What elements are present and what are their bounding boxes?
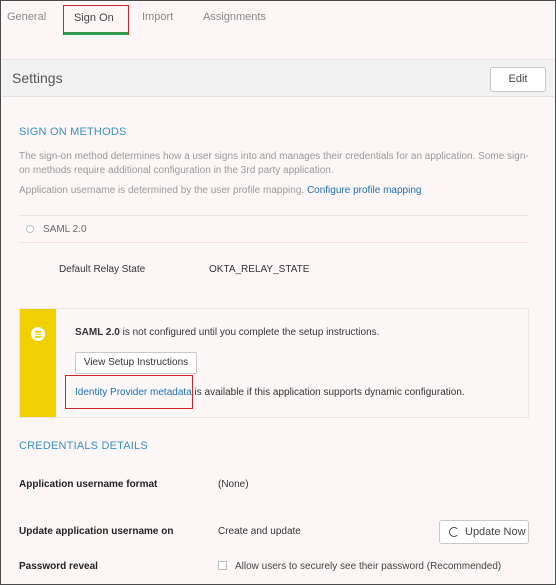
relay-state-label: Default Relay State	[59, 264, 146, 275]
setup-notice: SAML 2.0 is not configured until you com…	[19, 308, 529, 418]
edit-button[interactable]: Edit	[490, 67, 546, 92]
tab-import[interactable]: Import	[142, 11, 173, 23]
sign-on-description-line1: The sign-on method determines how a user…	[19, 151, 529, 162]
password-reveal-checkbox-label: Allow users to securely see their passwo…	[235, 561, 502, 572]
relay-state-value: OKTA_RELAY_STATE	[209, 264, 310, 275]
idp-line: Identity Provider metadata is available …	[75, 387, 465, 398]
tab-bar: General Sign On Import Assignments	[1, 1, 555, 41]
configure-profile-mapping-link[interactable]: Configure profile mapping	[307, 185, 422, 196]
tab-sign-on-label: Sign On	[74, 12, 114, 24]
identity-provider-metadata-link[interactable]: Identity Provider metadata	[75, 387, 192, 398]
tab-sign-on[interactable]: Sign On	[63, 5, 129, 35]
tab-general[interactable]: General	[7, 11, 46, 23]
view-setup-instructions-button[interactable]: View Setup Instructions	[75, 352, 197, 374]
update-username-on-value: Create and update	[218, 526, 301, 537]
username-format-label: Application username format	[19, 479, 158, 490]
update-username-on-label: Update application username on	[19, 526, 174, 537]
notice-text: is not configured until you complete the…	[119, 327, 380, 338]
password-reveal-checkbox[interactable]	[218, 561, 227, 570]
active-tab-indicator	[64, 32, 128, 35]
mapping-description: Application username is determined by th…	[19, 184, 539, 198]
tab-assignments[interactable]: Assignments	[203, 11, 266, 23]
notice-message: SAML 2.0 is not configured until you com…	[75, 327, 379, 338]
update-now-button[interactable]: Update Now	[439, 520, 529, 544]
settings-header: Settings Edit	[2, 59, 554, 97]
password-reveal-label: Password reveal	[19, 561, 98, 572]
saml-radio[interactable]	[26, 225, 34, 233]
update-now-label: Update Now	[465, 526, 526, 538]
notice-bold: SAML 2.0	[75, 327, 120, 338]
idp-text: is available if this application support…	[191, 387, 465, 398]
sign-on-methods-heading: SIGN ON METHODS	[19, 126, 127, 138]
credentials-details-heading: CREDENTIALS DETAILS	[19, 440, 148, 452]
refresh-icon	[449, 527, 459, 537]
username-format-value: (None)	[218, 479, 249, 490]
app-frame: General Sign On Import Assignments Setti…	[0, 0, 556, 585]
list-icon	[31, 327, 45, 341]
notice-bar	[20, 309, 56, 417]
sign-on-description: The sign-on method determines how a user…	[19, 150, 539, 178]
sign-on-description-line2: on methods require additional configurat…	[19, 165, 334, 176]
saml-option-row[interactable]: SAML 2.0	[19, 215, 529, 243]
saml-option-label: SAML 2.0	[43, 224, 87, 235]
settings-title: Settings	[12, 70, 63, 86]
mapping-text: Application username is determined by th…	[19, 185, 305, 196]
